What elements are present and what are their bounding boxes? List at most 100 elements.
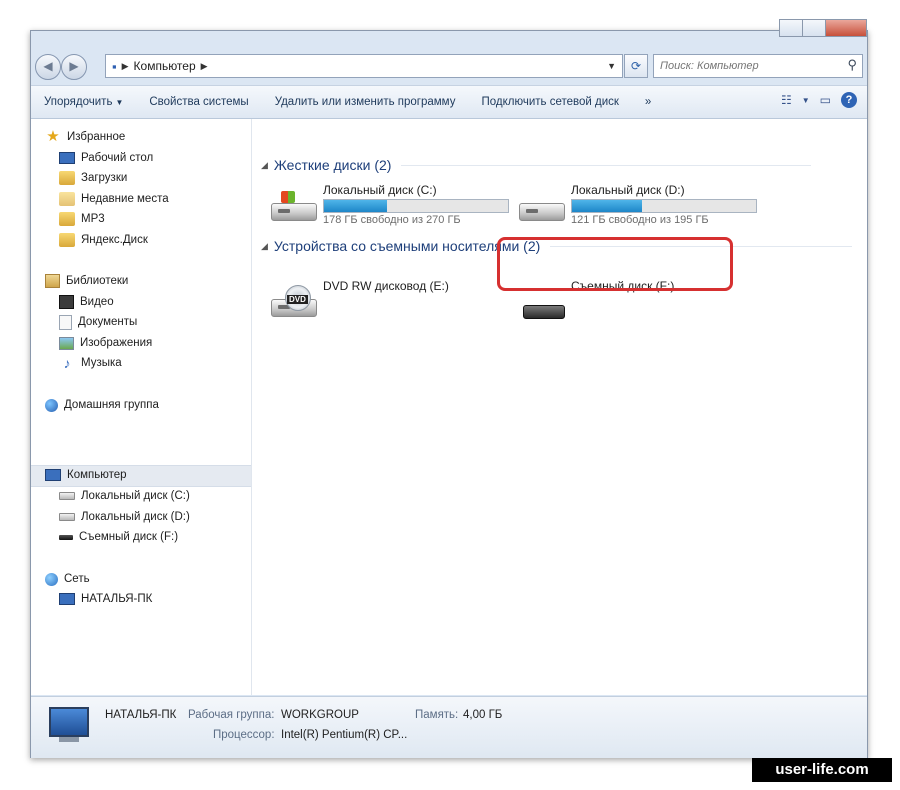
dvd-drive-icon: DVD (271, 285, 317, 319)
sidebar-item-computer[interactable]: Компьютер (45, 465, 127, 485)
sidebar-item-label: MP3 (81, 213, 105, 225)
documents-icon (59, 314, 72, 330)
organize-button[interactable]: Упорядочить ▼ (31, 96, 136, 108)
uninstall-program-button[interactable]: Удалить или изменить программу (262, 96, 469, 108)
drive-name: Локальный диск (C:) (323, 183, 437, 197)
drive-e-dvd[interactable]: DVD DVD RW дисковод (E:) (271, 279, 511, 331)
computer-icon (45, 469, 61, 481)
sidebar-item-recent-places[interactable]: Недавние места (59, 189, 169, 209)
drives-pane: ◢ Жесткие диски (2) Локальный диск (C:) … (253, 119, 867, 695)
group-title: Жесткие диски (2) (273, 157, 392, 173)
sidebar-item-label: Библиотеки (66, 275, 129, 287)
sidebar-item-label: Яндекс.Диск (81, 234, 148, 246)
sidebar-item-libraries[interactable]: Библиотеки (45, 271, 128, 291)
sidebar-item-label: Локальный диск (C:) (81, 490, 190, 502)
content-area: ★ Избранное Рабочий стол Загрузки Недавн… (31, 119, 867, 695)
sidebar-item-label: Избранное (67, 131, 126, 143)
sidebar-item-drive-d[interactable]: Локальный диск (D:) (59, 507, 190, 527)
sidebar-item-yandex-disk[interactable]: Яндекс.Диск (59, 230, 148, 250)
refresh-icon[interactable]: ⟳ (624, 54, 648, 78)
sidebar-item-label: Загрузки (81, 172, 128, 184)
chevron-down-icon[interactable]: ▼ (802, 96, 810, 105)
search-box[interactable]: ⚲ (653, 54, 863, 78)
chevron-down-icon: ▼ (115, 98, 124, 107)
sidebar-item-label: Локальный диск (D:) (81, 511, 190, 523)
sidebar-item-label: Видео (80, 296, 114, 308)
sidebar-item-label: Съемный диск (F:) (79, 531, 179, 543)
computer-icon: ▪ (112, 58, 117, 74)
drive-free-space: 178 ГБ свободно из 270 ГБ (323, 214, 461, 226)
caption-buttons (779, 19, 867, 37)
network-icon (45, 572, 58, 586)
sidebar-item-video[interactable]: Видео (59, 292, 114, 312)
close-button[interactable] (825, 19, 867, 37)
workgroup-label: Рабочая группа: (188, 709, 275, 721)
pictures-icon (59, 336, 74, 350)
libraries-icon (45, 274, 60, 288)
organize-label: Упорядочить (44, 96, 113, 108)
sidebar-item-drive-f[interactable]: Съемный диск (F:) (59, 527, 178, 547)
drive-d[interactable]: Локальный диск (D:) 121 ГБ свободно из 1… (519, 183, 759, 235)
search-icon[interactable]: ⚲ (847, 57, 857, 73)
folder-icon (59, 233, 75, 247)
sidebar-item-label: Домашняя группа (64, 399, 159, 411)
highlight-frame (497, 237, 733, 291)
breadcrumb-computer[interactable]: Компьютер (134, 59, 196, 73)
sidebar-item-documents[interactable]: Документы (59, 312, 137, 332)
maximize-button[interactable] (802, 19, 826, 37)
sidebar-item-label: Сеть (64, 573, 90, 585)
sidebar-item-label: Музыка (81, 357, 122, 369)
sidebar-item-music[interactable]: ♪ Музыка (59, 353, 122, 373)
sidebar-item-label: Недавние места (81, 193, 169, 205)
forward-button[interactable]: ▶ (61, 54, 87, 80)
help-icon[interactable]: ? (841, 92, 857, 108)
sidebar-item-homegroup[interactable]: Домашняя группа (45, 395, 159, 415)
sidebar-item-label: НАТАЛЬЯ-ПК (81, 593, 153, 605)
collapse-icon[interactable]: ◢ (261, 160, 268, 171)
sidebar-item-pictures[interactable]: Изображения (59, 333, 152, 353)
drive-free-space: 121 ГБ свободно из 195 ГБ (571, 214, 709, 226)
drive-usage-bar (571, 199, 757, 213)
preview-pane-icon[interactable]: ▭ (820, 93, 831, 107)
drive-c[interactable]: Локальный диск (C:) 178 ГБ свободно из 2… (271, 183, 511, 235)
sidebar-item-downloads[interactable]: Загрузки (59, 168, 127, 188)
group-header-hard-drives[interactable]: ◢ Жесткие диски (2) (261, 154, 812, 176)
folder-icon (59, 212, 75, 226)
view-options-icon[interactable]: ☷ (781, 93, 792, 107)
details-pane: НАТАЛЬЯ-ПК Рабочая группа: WORKGROUP Пам… (31, 696, 867, 758)
dvd-badge: DVD (287, 295, 308, 304)
sidebar-item-mp3[interactable]: MP3 (59, 209, 105, 229)
drive-usage-fill (572, 200, 642, 212)
system-properties-button[interactable]: Свойства системы (136, 96, 261, 108)
hard-drive-icon (59, 492, 75, 500)
more-commands-button[interactable]: » (632, 96, 664, 108)
removable-drive-icon (59, 534, 73, 540)
minimize-button[interactable] (779, 19, 803, 37)
breadcrumb-arrow-icon[interactable]: ▶ (201, 61, 208, 72)
computer-icon (49, 707, 89, 742)
sidebar-item-network[interactable]: Сеть (45, 569, 90, 589)
sidebar-item-desktop[interactable]: Рабочий стол (59, 148, 153, 168)
sidebar-item-network-pc[interactable]: НАТАЛЬЯ-ПК (59, 589, 152, 609)
sidebar-item-favorites[interactable]: ★ Избранное (45, 127, 125, 147)
network-computer-icon (59, 593, 75, 605)
group-divider (401, 164, 812, 166)
memory-value: 4,00 ГБ (463, 709, 503, 721)
collapse-icon[interactable]: ◢ (261, 241, 268, 252)
drive-name: Локальный диск (D:) (571, 183, 685, 197)
map-network-drive-button[interactable]: Подключить сетевой диск (468, 96, 631, 108)
search-input[interactable] (658, 55, 842, 77)
navigation-pane: ★ Избранное Рабочий стол Загрузки Недавн… (31, 119, 252, 695)
view-controls: ☷ ▼ ▭ ? (781, 92, 857, 108)
windows-drive-icon (271, 189, 317, 223)
video-icon (59, 295, 74, 309)
address-bar[interactable]: ▪ ▶ Компьютер ▶ ▼ (105, 54, 623, 78)
sidebar-item-drive-c[interactable]: Локальный диск (C:) (59, 486, 190, 506)
address-dropdown-icon[interactable]: ▼ (607, 61, 616, 71)
drive-name: DVD RW дисковод (E:) (323, 279, 449, 293)
hard-drive-icon (519, 189, 565, 223)
drive-usage-bar (323, 199, 509, 213)
drive-usage-fill (324, 200, 387, 212)
memory-label: Память: (415, 709, 459, 721)
back-button[interactable]: ◀ (35, 54, 61, 80)
